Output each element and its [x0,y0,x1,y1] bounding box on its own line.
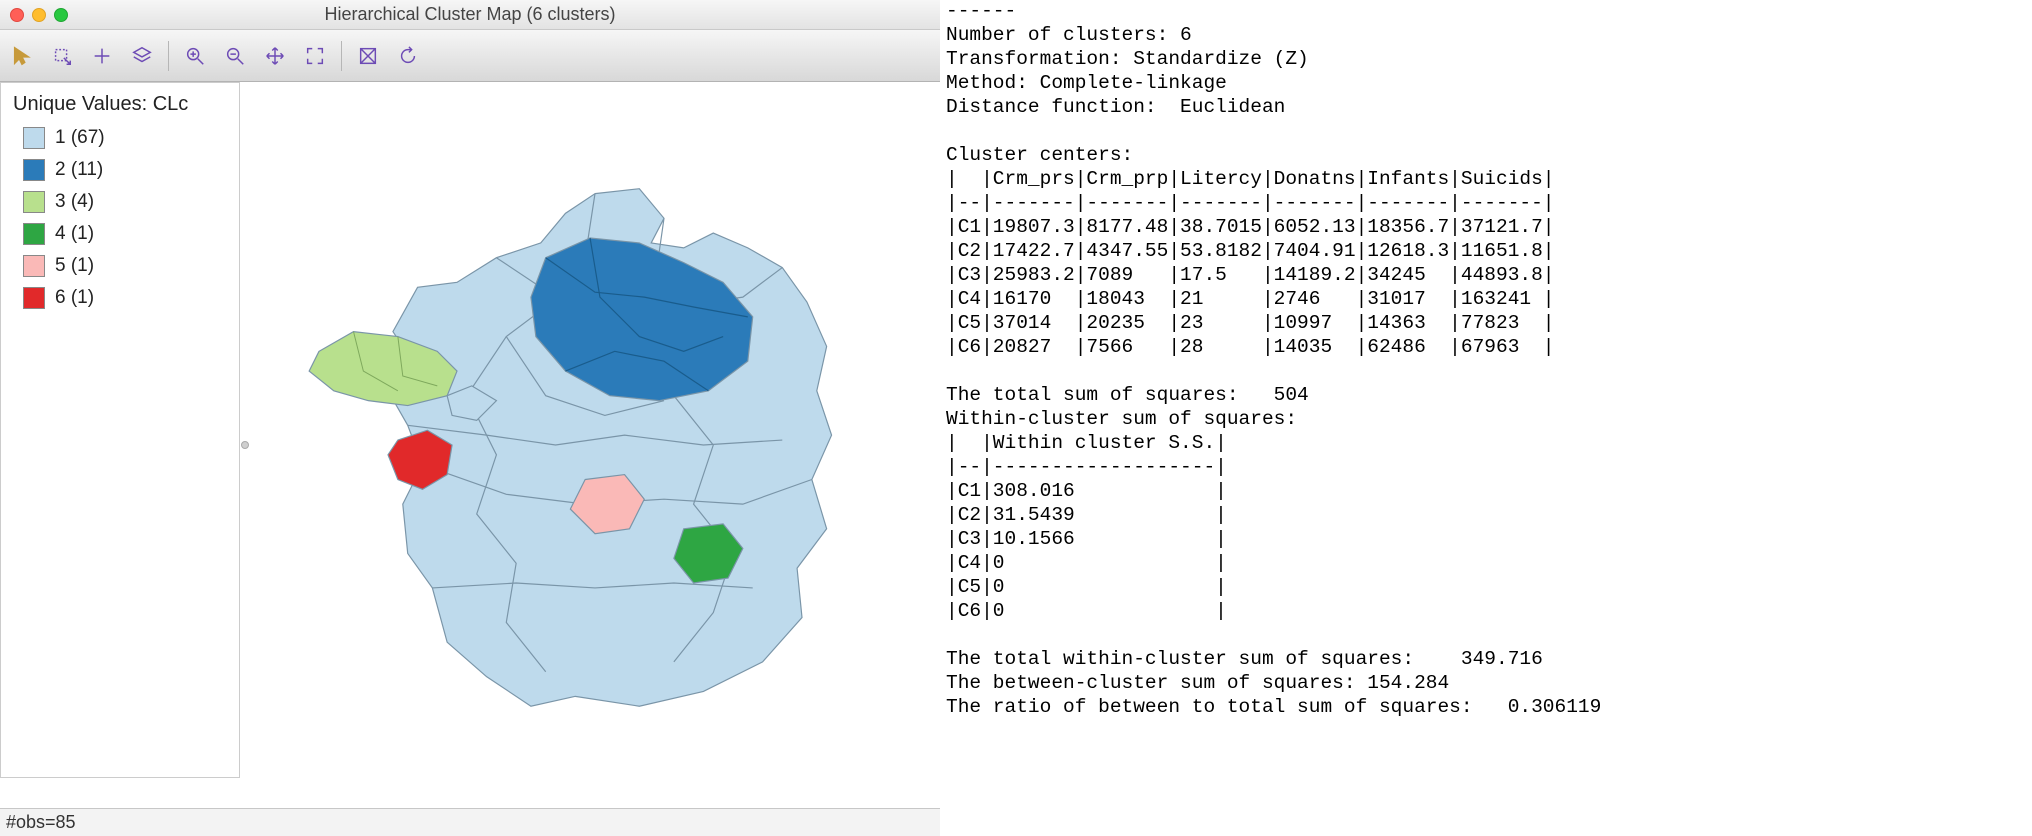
legend-swatch [23,159,45,181]
legend-item-5[interactable]: 5 (1) [13,250,227,282]
full-extent-button[interactable] [301,42,329,70]
map-window: Hierarchical Cluster Map (6 clusters) [0,0,940,836]
toolbar-separator [341,41,342,71]
legend-swatch [23,127,45,149]
pan-button[interactable] [261,42,289,70]
legend-label: 6 (1) [55,287,94,309]
plus-icon [91,45,113,67]
zoom-window-button[interactable] [54,8,68,22]
zoom-out-button[interactable] [221,42,249,70]
refresh-button[interactable] [394,42,422,70]
toolbar-separator [168,41,169,71]
legend-item-6[interactable]: 6 (1) [13,282,227,314]
select-rect-icon [51,45,73,67]
close-window-button[interactable] [10,8,24,22]
window-title: Hierarchical Cluster Map (6 clusters) [0,4,940,25]
refresh-icon [397,45,419,67]
zoom-in-icon [184,45,206,67]
legend-swatch [23,287,45,309]
legend-label: 3 (4) [55,191,94,213]
map-canvas[interactable] [250,82,940,808]
status-bar: #obs=85 [0,808,940,836]
status-obs: #obs=85 [6,812,76,833]
legend-label: 1 (67) [55,127,105,149]
layers-icon [131,45,153,67]
legend-item-4[interactable]: 4 (1) [13,218,227,250]
legend-panel: Unique Values: CLc 1 (67) 2 (11) 3 (4) 4 (1… [0,82,240,778]
window-titlebar[interactable]: Hierarchical Cluster Map (6 clusters) [0,0,940,30]
output-panel: ------ Number of clusters: 6 Transformat… [940,0,2032,836]
map-toolbar [0,30,940,82]
legend-item-2[interactable]: 2 (11) [13,154,227,186]
legend-swatch [23,223,45,245]
legend-swatch [23,191,45,213]
full-extent-icon [304,45,326,67]
output-text: ------ Number of clusters: 6 Transformat… [946,0,1601,718]
pointer-icon [11,45,33,67]
map-body: Unique Values: CLc 1 (67) 2 (11) 3 (4) 4 (1… [0,82,940,808]
legend-title: Unique Values: CLc [13,93,227,116]
pane-splitter[interactable] [240,82,250,808]
splitter-grip-icon [241,441,249,449]
france-map [250,82,940,808]
legend-label: 4 (1) [55,223,94,245]
window-traffic-lights [10,8,68,22]
minimize-window-button[interactable] [32,8,46,22]
pan-icon [264,45,286,67]
legend-label: 5 (1) [55,255,94,277]
pointer-tool-button[interactable] [8,42,36,70]
zoom-out-icon [224,45,246,67]
select-tool-button[interactable] [48,42,76,70]
zoom-in-button[interactable] [181,42,209,70]
basemap-icon [357,45,379,67]
basemap-button[interactable] [354,42,382,70]
legend-item-3[interactable]: 3 (4) [13,186,227,218]
legend-item-1[interactable]: 1 (67) [13,122,227,154]
legend-label: 2 (11) [55,159,103,181]
legend-swatch [23,255,45,277]
add-tool-button[interactable] [88,42,116,70]
layers-tool-button[interactable] [128,42,156,70]
